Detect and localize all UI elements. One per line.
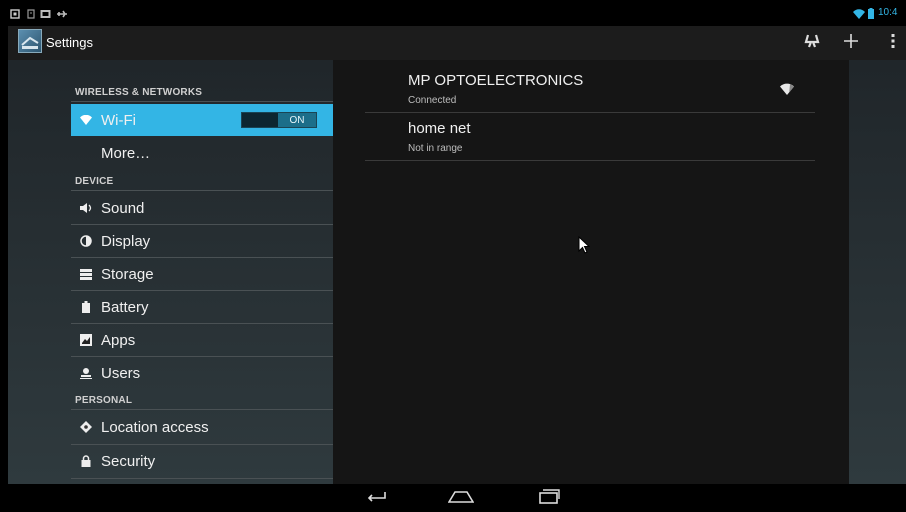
wifi-status-icon bbox=[853, 6, 865, 24]
sidebar-item-label: Security bbox=[101, 452, 156, 470]
mouse-cursor bbox=[578, 235, 591, 259]
recent-apps-button[interactable] bbox=[534, 488, 564, 508]
add-network-button[interactable] bbox=[834, 26, 868, 60]
page-title: Settings bbox=[46, 35, 93, 50]
recent-apps-icon bbox=[538, 488, 560, 509]
sidebar-item-battery[interactable]: Battery bbox=[71, 291, 333, 323]
home-icon bbox=[447, 489, 475, 508]
sync-icon bbox=[803, 33, 821, 54]
usb-icon bbox=[56, 6, 68, 24]
screenshot-icon bbox=[10, 6, 20, 24]
divider bbox=[71, 478, 333, 479]
speaker-icon bbox=[79, 201, 93, 215]
overflow-icon bbox=[890, 33, 896, 54]
network-item[interactable]: home net Not in range bbox=[408, 114, 815, 162]
sidebar-item-label: Wi-Fi bbox=[101, 111, 136, 129]
status-time: 10:4 bbox=[878, 7, 898, 18]
divider bbox=[365, 112, 815, 113]
sidebar-item-more[interactable]: More… bbox=[71, 137, 333, 169]
category-device: DEVICE bbox=[75, 176, 114, 187]
sd-card-icon bbox=[26, 6, 36, 24]
sidebar-item-apps[interactable]: Apps bbox=[71, 324, 333, 356]
sidebar-item-label: Apps bbox=[101, 331, 136, 349]
sidebar-item-display[interactable]: Display bbox=[71, 225, 333, 257]
battery-icon bbox=[79, 300, 93, 314]
sidebar-item-label: Users bbox=[101, 364, 141, 382]
sidebar-item-security[interactable]: Security bbox=[71, 445, 333, 477]
sidebar-item-storage[interactable]: Storage bbox=[71, 258, 333, 290]
category-personal: PERSONAL bbox=[75, 395, 133, 406]
wifi-signal-icon bbox=[780, 82, 794, 100]
brightness-icon bbox=[79, 234, 93, 248]
battery-status-icon bbox=[868, 6, 874, 24]
wifi-icon bbox=[79, 113, 93, 127]
back-button[interactable] bbox=[361, 488, 391, 508]
sidebar-item-label: Sound bbox=[101, 199, 145, 217]
location-icon bbox=[79, 420, 93, 434]
storage-icon bbox=[79, 267, 93, 281]
lock-icon bbox=[79, 454, 93, 468]
category-wireless-networks: WIRELESS & NETWORKS bbox=[75, 87, 203, 98]
image-icon bbox=[40, 6, 51, 24]
apps-icon bbox=[79, 333, 93, 347]
network-status: Connected bbox=[408, 95, 457, 106]
user-icon bbox=[79, 366, 93, 380]
back-icon bbox=[365, 489, 387, 508]
add-icon bbox=[843, 33, 859, 54]
wifi-network-list: MP OPTOELECTRONICS Connected home net No… bbox=[333, 60, 849, 484]
sidebar-item-label: Battery bbox=[101, 298, 149, 316]
sidebar-item-wifi[interactable]: Wi-Fi ON bbox=[71, 104, 333, 136]
divider bbox=[71, 409, 333, 410]
sidebar-item-label: More… bbox=[101, 144, 151, 162]
navigation-bar bbox=[0, 484, 906, 512]
settings-app-icon[interactable] bbox=[18, 29, 42, 53]
sidebar-item-label: Display bbox=[101, 232, 151, 250]
network-item[interactable]: MP OPTOELECTRONICS Connected bbox=[408, 66, 815, 114]
wifi-toggle-state: ON bbox=[278, 113, 316, 127]
settings-sidebar: WIRELESS & NETWORKS Wi-Fi ON More… DEVIC… bbox=[71, 60, 333, 484]
network-status: Not in range bbox=[408, 143, 463, 154]
wifi-toggle[interactable]: ON bbox=[241, 112, 317, 128]
overflow-menu-button[interactable] bbox=[876, 26, 906, 60]
divider bbox=[71, 101, 333, 102]
settings-content: WIRELESS & NETWORKS Wi-Fi ON More… DEVIC… bbox=[8, 60, 906, 484]
action-bar: Settings bbox=[8, 26, 906, 60]
sidebar-item-sound[interactable]: Sound bbox=[71, 192, 333, 224]
status-bar: 10:4 bbox=[0, 0, 906, 26]
sidebar-item-users[interactable]: Users bbox=[71, 357, 333, 389]
sync-button[interactable] bbox=[795, 26, 829, 60]
divider bbox=[71, 190, 333, 191]
network-name: MP OPTOELECTRONICS bbox=[408, 72, 584, 89]
sidebar-item-label: Location access bbox=[101, 418, 209, 436]
sidebar-item-label: Storage bbox=[101, 265, 154, 283]
divider bbox=[365, 160, 815, 161]
network-name: home net bbox=[408, 120, 471, 137]
home-button[interactable] bbox=[446, 488, 476, 508]
sidebar-item-location-access[interactable]: Location access bbox=[71, 411, 333, 443]
